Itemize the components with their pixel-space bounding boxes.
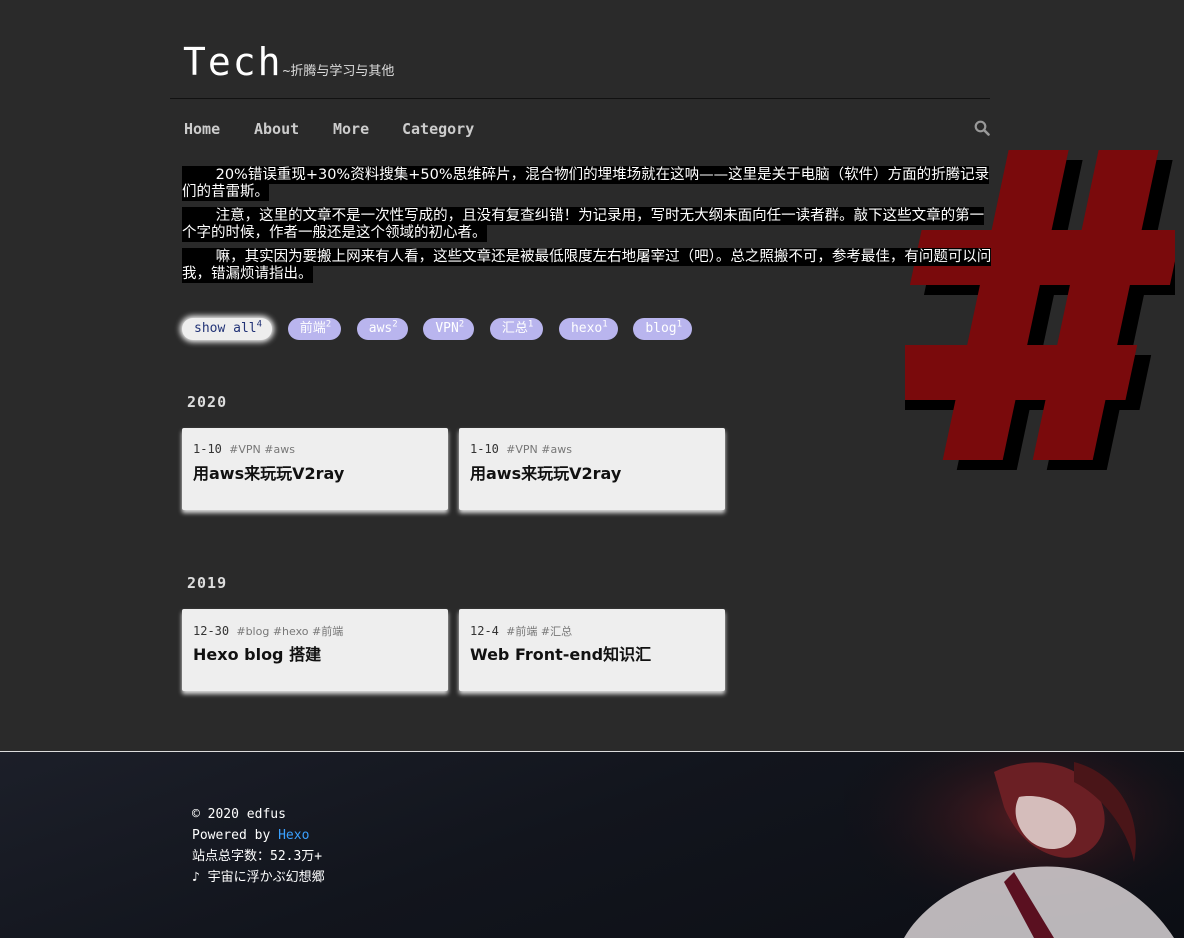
tag-count: 2 [325, 319, 332, 330]
post-meta: 12-4 #前端 #汇总 [470, 623, 572, 639]
tag-count: 1 [602, 319, 608, 330]
footer-music[interactable]: ♪ 宇宙に浮かぶ幻想郷 [192, 867, 325, 888]
site-header: Tech~折腾与学习与其他 Home About More Category [170, 40, 990, 159]
site-footer: © 2020 edfus Powered by Hexo 站点总字数：52.3万… [0, 751, 1184, 938]
year-heading: 2020 [187, 393, 228, 411]
post-tags: #VPN #aws [506, 443, 572, 456]
post-date: 12-30 [193, 624, 230, 638]
tag-vpn[interactable]: VPN2 [423, 318, 475, 340]
post-title[interactable]: 用aws来玩玩V2ray [470, 460, 621, 484]
intro-text: 20%错误重现+30%资料搜集+50%思维碎片，混合物们的埋堆场就在这呐——这里… [182, 166, 998, 290]
search-icon[interactable] [974, 120, 990, 136]
post-title[interactable]: Web Front-end知识汇 [470, 641, 651, 665]
tag-count: 2 [392, 319, 398, 330]
post-card[interactable]: 1-10 #VPN #aws 用aws来玩玩V2ray [459, 428, 725, 510]
intro-paragraph-text: 注意，这里的文章不是一次性写成的，且没有复查纠错！为记录用，写时无大纲未面向任一… [182, 207, 985, 242]
tag-count: 1 [676, 319, 683, 330]
intro-paragraph: 注意，这里的文章不是一次性写成的，且没有复查纠错！为记录用，写时无大纲未面向任一… [182, 207, 998, 242]
intro-paragraph: 嘛，其实因为要搬上网来有人看，这些文章还是被最低限度左右地屠宰过（吧）。总之照搬… [182, 248, 998, 283]
nav-category[interactable]: Category [402, 120, 474, 138]
footer-powered: Powered by Hexo [192, 825, 325, 846]
nav-home[interactable]: Home [184, 120, 220, 138]
brand: Tech~折腾与学习与其他 [170, 40, 990, 98]
tag-label: aws [368, 321, 393, 336]
hexo-link[interactable]: Hexo [278, 828, 309, 843]
post-date: 12-4 [470, 624, 499, 638]
year-heading: 2019 [187, 574, 228, 592]
post-tags: #VPN #aws [229, 443, 295, 456]
tag-filter-bar: show all4 前端2 aws2 VPN2 汇总1 hexo1 blog1 [182, 317, 698, 340]
post-meta: 1-10 #VPN #aws [470, 442, 572, 456]
tag-blog[interactable]: blog1 [633, 318, 693, 340]
powered-prefix: Powered by [192, 828, 279, 843]
intro-paragraph-text: 嘛，其实因为要搬上网来有人看，这些文章还是被最低限度左右地屠宰过（吧）。总之照搬… [182, 248, 992, 283]
post-title[interactable]: 用aws来玩玩V2ray [193, 460, 344, 484]
tag-aws[interactable]: aws2 [356, 318, 408, 340]
site-subtitle: ~折腾与学习与其他 [282, 64, 395, 79]
footer-info: © 2020 edfus Powered by Hexo 站点总字数：52.3万… [192, 804, 325, 888]
post-date: 1-10 [470, 442, 499, 456]
tag-label: show all [194, 321, 257, 336]
post-card[interactable]: 1-10 #VPN #aws 用aws来玩玩V2ray [182, 428, 448, 510]
main-nav: Home About More Category [170, 99, 990, 159]
post-meta: 12-30 #blog #hexo #前端 [193, 623, 343, 639]
post-tags: #blog #hexo #前端 [236, 625, 344, 638]
tag-summary[interactable]: 汇总1 [489, 318, 544, 340]
tag-label: hexo [570, 321, 603, 336]
footer-copyright: © 2020 edfus [192, 807, 286, 822]
intro-paragraph: 20%错误重现+30%资料搜集+50%思维碎片，混合物们的埋堆场就在这呐——这里… [182, 166, 998, 201]
nav-more[interactable]: More [333, 120, 369, 138]
post-card[interactable]: 12-30 #blog #hexo #前端 Hexo blog 搭建 [182, 609, 448, 691]
tag-count: 2 [458, 319, 465, 330]
tag-label: 汇总 [501, 321, 528, 336]
post-meta: 1-10 #VPN #aws [193, 442, 295, 456]
tag-hexo[interactable]: hexo1 [558, 318, 618, 340]
tag-frontend[interactable]: 前端2 [287, 318, 342, 340]
character-artwork [844, 752, 1184, 938]
post-tags: #前端 #汇总 [506, 625, 573, 638]
tag-label: 前端 [299, 321, 326, 336]
footer-wordcount: 站点总字数：52.3万+ [192, 849, 323, 864]
post-title[interactable]: Hexo blog 搭建 [193, 641, 321, 665]
post-card[interactable]: 12-4 #前端 #汇总 Web Front-end知识汇 [459, 609, 725, 691]
intro-paragraph-text: 20%错误重现+30%资料搜集+50%思维碎片，混合物们的埋堆场就在这呐——这里… [182, 166, 990, 201]
tag-count: 4 [256, 319, 263, 330]
tag-show-all[interactable]: show all4 [182, 318, 273, 340]
tag-count: 1 [527, 319, 534, 330]
post-date: 1-10 [193, 442, 222, 456]
tag-label: VPN [435, 321, 459, 336]
tag-label: blog [645, 321, 677, 336]
site-title[interactable]: Tech [183, 40, 283, 84]
nav-about[interactable]: About [254, 120, 299, 138]
